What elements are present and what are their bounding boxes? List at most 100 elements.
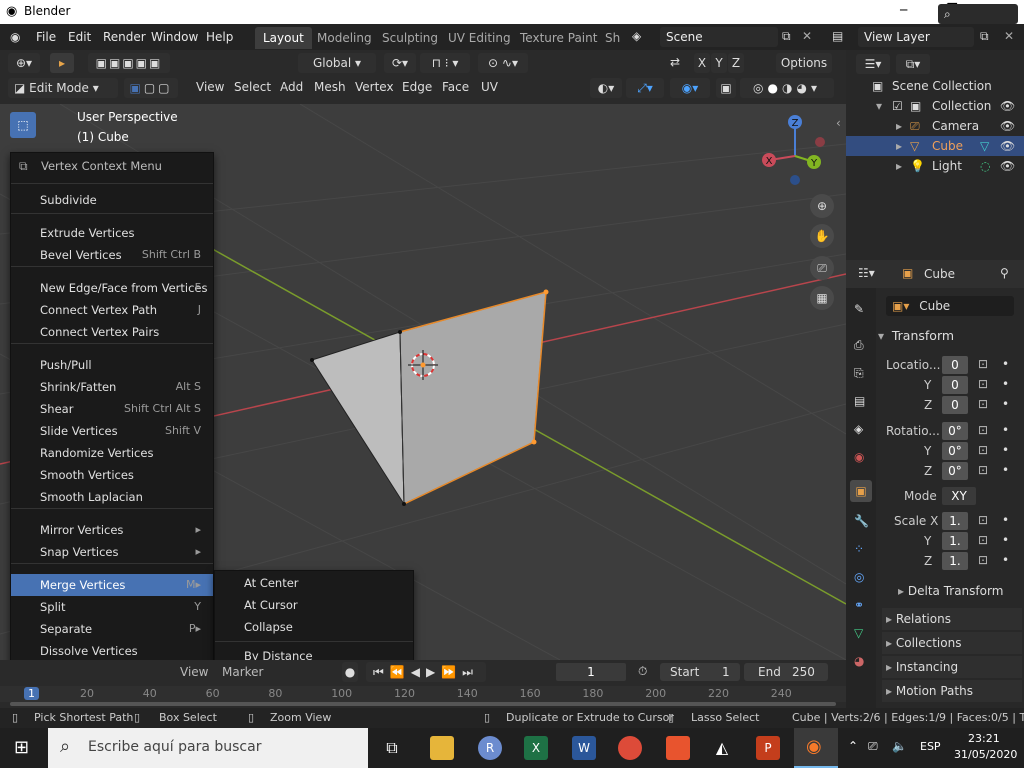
scene-tab-icon[interactable]: ◈ <box>854 422 863 436</box>
vertex[interactable] <box>398 330 402 334</box>
menu-uv[interactable]: UV <box>481 80 498 94</box>
excel-icon[interactable]: X <box>524 736 548 760</box>
keyframe-dot-icon[interactable]: • <box>1002 357 1009 371</box>
menu-mesh[interactable]: Mesh <box>314 80 346 94</box>
mirror-y-toggle[interactable]: Y <box>711 53 727 73</box>
powerpoint-icon[interactable]: P <box>756 736 780 760</box>
context-menu-item[interactable]: Bevel Vertices Shift Ctrl B <box>11 244 213 266</box>
outliner-row-collection[interactable]: ▾ ☑ ▣ Collection 👁 <box>846 96 1024 116</box>
context-menu-item[interactable]: Separate P▸ <box>11 618 213 640</box>
select-mode-buttons[interactable]: ▣▣▣▣▣ <box>88 53 170 73</box>
properties-section[interactable]: ▸ Collections <box>882 632 1022 654</box>
context-menu-item[interactable]: Extrude Vertices <box>11 222 213 244</box>
expand-icon[interactable]: ▸ <box>896 136 902 156</box>
menu-vertex[interactable]: Vertex <box>355 80 394 94</box>
pan-hand-icon[interactable]: ✋ <box>810 224 834 248</box>
file-explorer-icon[interactable] <box>430 736 454 760</box>
camera-view-icon[interactable]: ⎚ <box>810 256 834 280</box>
keyframe-dot-icon[interactable]: • <box>1002 533 1009 547</box>
context-menu-item[interactable]: Dissolve Vertices <box>11 640 213 662</box>
tab-modeling[interactable]: Modeling <box>309 27 380 49</box>
menu-file[interactable]: File <box>36 28 56 46</box>
transform-orientation-dropdown[interactable]: Global ▾ <box>298 53 376 73</box>
remove-view-layer-icon[interactable]: ✕ <box>1004 29 1014 43</box>
mode-dropdown[interactable]: ◪ Edit Mode ▾ <box>8 78 118 98</box>
select-element-buttons[interactable]: ▣▢▢ <box>124 78 178 98</box>
task-view-icon[interactable]: ⧉ <box>380 736 404 760</box>
vertex[interactable] <box>310 358 314 362</box>
chrome-icon[interactable] <box>618 736 642 760</box>
selected-vertex[interactable] <box>543 289 549 295</box>
editor-type-button[interactable]: ⊕▾ <box>8 53 40 73</box>
context-menu-item[interactable]: Slide Vertices Shift V <box>11 420 213 442</box>
render-tab-icon[interactable]: ⎙ <box>854 338 864 353</box>
selected-vertex[interactable] <box>531 439 537 445</box>
submenu-collapse[interactable]: Collapse <box>215 616 413 638</box>
minimize-button[interactable]: ─ <box>900 3 907 17</box>
eye-icon[interactable]: 👁 <box>1000 96 1015 116</box>
keyframe-dot-icon[interactable]: • <box>1002 463 1009 477</box>
context-menu-item[interactable]: Merge Vertices M▸ <box>11 574 213 596</box>
outliner-editor-type[interactable]: ☰▾ <box>856 54 890 74</box>
select-box-tool-icon[interactable]: ⬚ <box>10 112 36 138</box>
remove-scene-icon[interactable]: ✕ <box>802 29 812 43</box>
outliner-row-cube[interactable]: ▸ ▽ Cube ▽ 👁 <box>846 136 1024 156</box>
keyframe-dot-icon[interactable]: • <box>1002 443 1009 457</box>
context-menu-item[interactable]: Subdivide <box>11 189 213 211</box>
xray-toggle[interactable]: ▣ <box>716 78 736 98</box>
property-value-field[interactable]: 1. <box>942 512 968 530</box>
outliner-row-camera[interactable]: ▸ ⎚ Camera 👁 <box>846 116 1024 136</box>
eye-icon[interactable]: 👁 <box>1000 116 1015 136</box>
pivot-dropdown[interactable]: ⟳▾ <box>384 53 416 73</box>
perspective-grid-icon[interactable]: ▦ <box>810 286 834 310</box>
context-menu-item[interactable]: Smooth Laplacian <box>11 486 213 508</box>
clock-time[interactable]: 23:21 <box>968 732 1000 745</box>
network-icon[interactable]: ⎚ <box>868 739 878 754</box>
tab-texture-paint[interactable]: Texture Paint <box>512 27 605 49</box>
mirror-z-toggle[interactable]: Z <box>728 53 744 73</box>
menu-edge[interactable]: Edge <box>402 80 432 94</box>
property-value-field[interactable]: 0 <box>942 356 968 374</box>
options-dropdown[interactable]: Options ▾ <box>776 53 832 90</box>
timeline-view-menu[interactable]: View <box>180 665 208 679</box>
material-tab-icon[interactable]: ◕ <box>854 654 864 668</box>
start-frame-field[interactable]: Start 1 <box>660 663 740 681</box>
context-menu-item[interactable]: Smooth Vertices <box>11 464 213 486</box>
outliner-row-scene-collection[interactable]: ▣ Scene Collection <box>846 76 1024 96</box>
taskbar-search[interactable]: ⌕ Escribe aquí para buscar <box>48 728 368 768</box>
end-frame-field[interactable]: End 250 <box>744 663 828 681</box>
lock-icon[interactable]: ⊡ <box>978 463 988 477</box>
context-menu-item[interactable]: Connect Vertex Pairs <box>11 321 213 343</box>
delta-transform-section[interactable]: ▸ Delta Transform <box>898 584 1003 598</box>
shading-buttons[interactable]: ◎●◑◕▾ <box>740 78 834 98</box>
expand-icon[interactable]: ▾ <box>876 96 882 116</box>
new-view-layer-icon[interactable]: ⧉ <box>980 29 989 44</box>
proportional-edit-dropdown[interactable]: ⊙ ∿▾ <box>478 53 528 73</box>
snap-dropdown[interactable]: ⊓ ⁝ ▾ <box>420 53 470 73</box>
word-icon[interactable]: W <box>572 736 596 760</box>
properties-section[interactable]: ▸ Instancing <box>882 656 1022 678</box>
object-name-field[interactable]: ▣▾ Cube <box>886 296 1014 316</box>
rotation-mode-dropdown[interactable]: XY <box>942 487 976 505</box>
output-tab-icon[interactable]: ⎘ <box>854 366 864 381</box>
tray-chevron-icon[interactable]: ⌃ <box>848 739 858 753</box>
tab-shading[interactable]: Sh <box>597 27 628 49</box>
stopwatch-icon[interactable]: ⏱ <box>638 664 647 679</box>
timeline-scrollbar[interactable] <box>10 702 836 706</box>
keyframe-dot-icon[interactable]: • <box>1002 553 1009 567</box>
submenu-at-cursor[interactable]: At Cursor <box>215 594 413 616</box>
lock-icon[interactable]: ⊡ <box>978 423 988 437</box>
outliner-search[interactable]: ⌕ <box>938 4 1018 24</box>
visibility-dropdown[interactable]: ◐▾ <box>590 78 622 98</box>
lock-icon[interactable]: ⊡ <box>978 397 988 411</box>
checkbox-icon[interactable]: ☑ <box>892 96 903 116</box>
context-menu-item[interactable]: Randomize Vertices <box>11 442 213 464</box>
eye-icon[interactable]: 👁 <box>1000 156 1015 176</box>
menu-view[interactable]: View <box>196 80 224 94</box>
physics-tab-icon[interactable]: ◎ <box>854 570 864 584</box>
properties-section[interactable]: ▸ Motion Paths <box>882 680 1022 702</box>
tool-tab-icon[interactable]: ✎ <box>854 302 864 316</box>
keyframe-dot-icon[interactable]: • <box>1002 397 1009 411</box>
particles-tab-icon[interactable]: ⁘ <box>854 542 864 556</box>
menu-edit[interactable]: Edit <box>68 28 91 46</box>
